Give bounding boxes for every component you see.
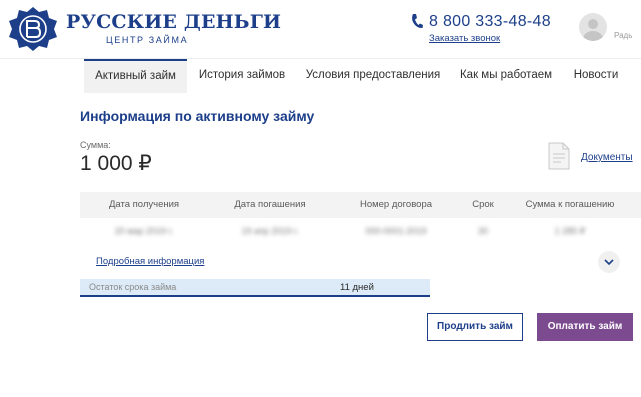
sum-value: 1 000 ₽ xyxy=(80,152,152,175)
header: РУССКИЕ ДЕНЬГИ ЦЕНТР ЗАЙМА 8 800 333-48-… xyxy=(0,0,641,58)
tab-loan-history[interactable]: История займов xyxy=(192,59,292,93)
logo-emblem-icon[interactable] xyxy=(6,6,60,52)
user-avatar-icon[interactable] xyxy=(579,13,607,41)
chevron-down-icon xyxy=(604,259,614,266)
logo-title[interactable]: РУССКИЕ ДЕНЬГИ xyxy=(66,11,281,33)
column-header-contract-number: Номер договора xyxy=(359,199,433,210)
column-header-term: Срок xyxy=(472,199,494,210)
main-nav: Активный займ История займов Условия пре… xyxy=(0,58,641,93)
remaining-term-bar: Остаток срока займа 11 дней xyxy=(80,279,430,297)
avatar-body xyxy=(583,31,603,41)
cell-term: 30 xyxy=(477,226,488,236)
user-name[interactable]: Радь xyxy=(614,31,632,40)
column-header-amount-due: Сумма к погашению xyxy=(525,199,615,210)
cell-issue-date: 20 мар 2019 г. xyxy=(114,226,174,236)
documents-link[interactable]: Документы xyxy=(581,152,633,163)
pay-loan-button[interactable]: Оплатить займ xyxy=(537,313,633,341)
phone-icon xyxy=(412,14,423,29)
cell-amount-due: 1 285 ₽ xyxy=(554,226,586,236)
column-header-issue-date: Дата получения xyxy=(108,199,180,210)
extend-loan-button[interactable]: Продлить займ xyxy=(427,313,523,341)
page-title: Информация по активному займу xyxy=(80,108,315,124)
details-link[interactable]: Подробная информация xyxy=(96,256,204,267)
cell-due-date: 19 апр 2019 г. xyxy=(241,226,299,236)
sum-label: Сумма: xyxy=(80,140,111,150)
remaining-term-label: Остаток срока займа xyxy=(89,282,177,292)
tab-terms[interactable]: Условия предоставления xyxy=(300,59,446,93)
cell-contract-number: 000-0001-2019 xyxy=(365,226,427,236)
tab-active-loan[interactable]: Активный займ xyxy=(84,59,187,93)
document-icon[interactable] xyxy=(548,142,570,170)
logo-subtitle: ЦЕНТР ЗАЙМА xyxy=(106,35,189,45)
table-row: 20 мар 2019 г. 19 апр 2019 г. 000-0001-2… xyxy=(80,218,641,244)
remaining-term-value: 11 дней xyxy=(340,282,374,293)
loan-table-header: Дата получения Дата погашения Номер дого… xyxy=(80,192,641,218)
avatar-head xyxy=(588,19,598,29)
tab-how-we-work[interactable]: Как мы работаем xyxy=(454,59,558,93)
tab-news[interactable]: Новости xyxy=(566,59,626,93)
callback-link[interactable]: Заказать звонок xyxy=(429,33,500,44)
column-header-due-date: Дата погашения xyxy=(234,199,306,210)
phone-number[interactable]: 8 800 333-48-48 xyxy=(429,13,551,31)
expand-details-button[interactable] xyxy=(598,251,620,273)
